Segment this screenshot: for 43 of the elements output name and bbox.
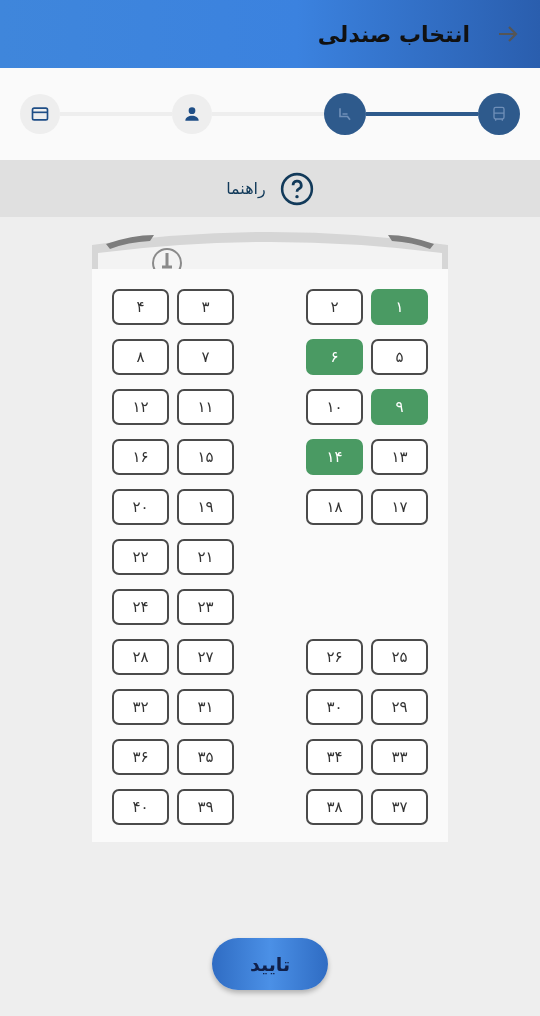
seat-button[interactable]: ۱۷ (371, 489, 428, 525)
seat-button[interactable]: ۱۰ (306, 389, 363, 425)
seat-button[interactable]: ۳۱ (177, 689, 234, 725)
seat-button[interactable]: ۳۰ (306, 689, 363, 725)
seat-button[interactable]: ۱۳ (371, 439, 428, 475)
seat-button[interactable]: ۳۳ (371, 739, 428, 775)
seat-button[interactable]: ۳۶ (112, 739, 169, 775)
seat-button[interactable]: ۲۲ (112, 539, 169, 575)
seat-button[interactable]: ۲۶ (306, 639, 363, 675)
person-icon (182, 104, 202, 124)
confirm-button[interactable]: تایید (212, 938, 328, 990)
credit-card-icon (30, 104, 50, 124)
help-icon (279, 171, 314, 206)
seat-button[interactable]: ۳۲ (112, 689, 169, 725)
guide-link[interactable]: راهنما (222, 167, 318, 210)
seat-button[interactable]: ۲۰ (112, 489, 169, 525)
seat-button[interactable]: ۲۷ (177, 639, 234, 675)
seat-button[interactable]: ۳ (177, 289, 234, 325)
seat-button[interactable]: ۱۵ (177, 439, 234, 475)
seat-button[interactable]: ۳۹ (177, 789, 234, 825)
seat-button[interactable]: ۱۶ (112, 439, 169, 475)
seat-button[interactable]: ۲۱ (177, 539, 234, 575)
seat-button[interactable]: ۴۰ (112, 789, 169, 825)
seat-button[interactable]: ۳۷ (371, 789, 428, 825)
seat-button[interactable]: ۲۸ (112, 639, 169, 675)
seat-button[interactable]: ۱۹ (177, 489, 234, 525)
seat-button[interactable]: ۵ (371, 339, 428, 375)
seat-button[interactable]: ۴ (112, 289, 169, 325)
seat-button[interactable]: ۲۹ (371, 689, 428, 725)
seat-button[interactable]: ۸ (112, 339, 169, 375)
seat-button[interactable]: ۱۲ (112, 389, 169, 425)
seat-button[interactable]: ۳۴ (306, 739, 363, 775)
page-title: انتخاب صندلی (317, 21, 470, 47)
seat-button[interactable]: ۱۸ (306, 489, 363, 525)
seat-button[interactable]: ۱۱ (177, 389, 234, 425)
seat-button[interactable]: ۲۵ (371, 639, 428, 675)
seat-button[interactable]: ۲۴ (112, 589, 169, 625)
seat-button[interactable]: ۷ (177, 339, 234, 375)
steering-wheel-icon (152, 248, 182, 269)
seat-button[interactable]: ۳۵ (177, 739, 234, 775)
seat-button[interactable]: ۲ (306, 289, 363, 325)
seat-button[interactable]: ۲۳ (177, 589, 234, 625)
seat-button[interactable]: ۳۸ (306, 789, 363, 825)
